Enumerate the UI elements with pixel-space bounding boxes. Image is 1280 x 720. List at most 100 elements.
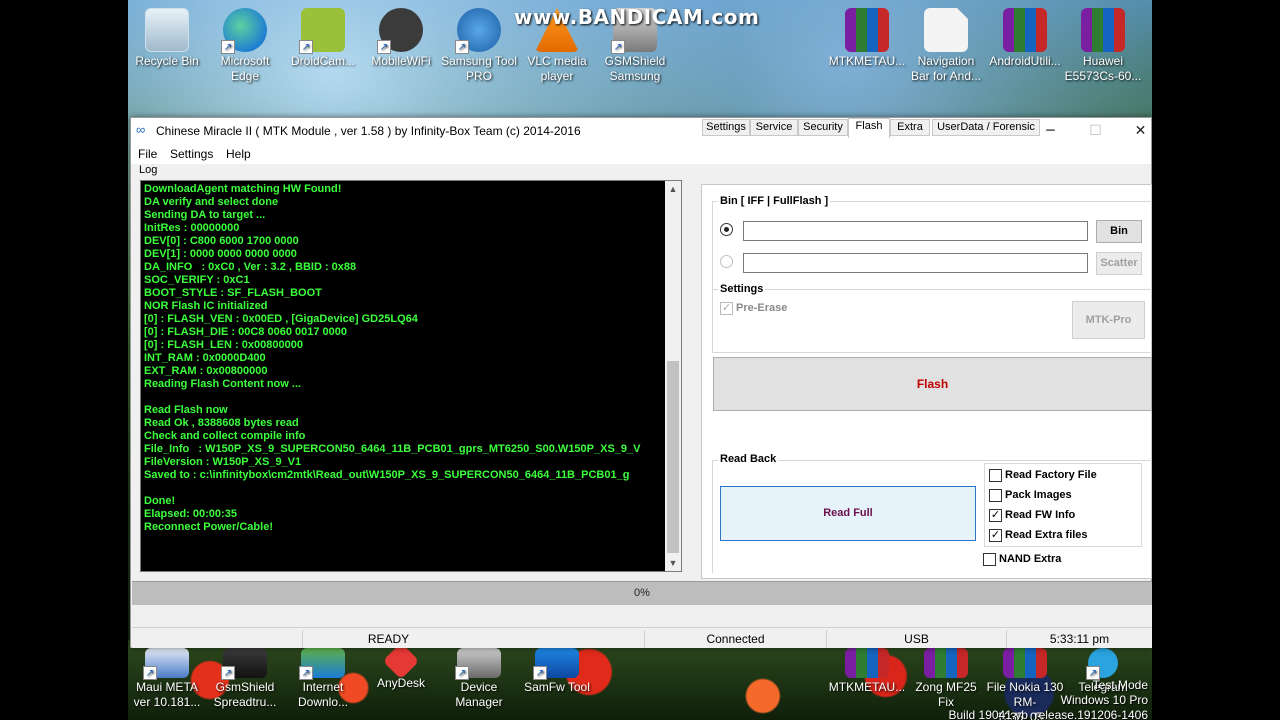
desktop-icon-anydesk[interactable]: AnyDesk bbox=[362, 642, 440, 691]
droidcam-icon: ↗ bbox=[299, 8, 345, 54]
windows-edition-text: Windows 10 Pro bbox=[1060, 693, 1148, 707]
desktop-icon-huawei[interactable]: Huawei E5573Cs-60... bbox=[1064, 8, 1142, 84]
winrar-icon bbox=[845, 648, 889, 678]
windows-build-text: Build 19041.vb_release.191206-1406 bbox=[948, 708, 1149, 720]
gsmshield-icon: ↗ bbox=[221, 648, 267, 680]
desktop-icon-label: MTKMETAU... bbox=[828, 680, 906, 694]
scroll-thumb[interactable] bbox=[667, 361, 679, 553]
scroll-down-icon[interactable]: ▼ bbox=[665, 555, 681, 571]
telegram-icon: ↗ bbox=[1086, 648, 1118, 680]
desktop-icon-droidcam[interactable]: ↗ DroidCam... bbox=[284, 8, 362, 69]
progress-bar: 0% bbox=[132, 581, 1152, 605]
settings-group-label: Settings bbox=[718, 283, 766, 295]
log-scrollbar[interactable]: ▲ ▼ bbox=[665, 181, 681, 571]
log-line: File_Info : W150P_XS_9_SUPERCON50_6464_1… bbox=[144, 443, 641, 455]
nand-extra-label: NAND Extra bbox=[999, 553, 1062, 565]
desktop-icon-samsung-tool[interactable]: ↗ Samsung Tool PRO bbox=[440, 8, 518, 84]
desktop-icon-mtkmetau-2[interactable]: MTKMETAU... bbox=[828, 648, 906, 695]
bin-button[interactable]: Bin bbox=[1096, 220, 1142, 243]
tab-extra[interactable]: Extra bbox=[890, 119, 930, 136]
flash-button[interactable]: Flash bbox=[713, 357, 1152, 411]
desktop-icon-label: AndroidUtili... bbox=[989, 54, 1061, 68]
bin-group-label: Bin [ IFF | FullFlash ] bbox=[718, 195, 831, 207]
wifi-icon: ↗ bbox=[377, 8, 423, 54]
desktop-icon-label: Huawei E5573Cs-60... bbox=[1064, 54, 1142, 83]
device-manager-icon: ↗ bbox=[455, 648, 501, 680]
desktop-icon-label: Samsung Tool PRO bbox=[441, 54, 517, 83]
desktop-icon-label: GsmShield Spreadtru... bbox=[213, 680, 277, 709]
log-line: INT_RAM : 0x0000D400 bbox=[144, 352, 266, 364]
status-connection: Connected bbox=[644, 630, 826, 648]
tab-flash[interactable]: Flash bbox=[848, 118, 890, 138]
desktop-icon-label: Microsoft Edge bbox=[220, 54, 270, 83]
menu-help[interactable]: Help bbox=[226, 147, 251, 161]
desktop-icon-androidutili[interactable]: AndroidUtili... bbox=[986, 8, 1064, 69]
desktop-icon-device-manager[interactable]: ↗ Device Manager bbox=[440, 648, 518, 710]
scroll-up-icon[interactable]: ▲ bbox=[665, 181, 681, 197]
scatter-path-input[interactable] bbox=[743, 253, 1088, 273]
desktop-icon-gsmshield-spreadtrum[interactable]: ↗ GsmShield Spreadtru... bbox=[206, 648, 284, 710]
shortcut-arrow-icon: ↗ bbox=[299, 40, 313, 54]
pre-erase-checkbox[interactable]: ✓ bbox=[720, 302, 733, 315]
shortcut-arrow-icon: ↗ bbox=[221, 666, 235, 680]
close-button[interactable]: ✕ bbox=[1118, 118, 1163, 144]
shortcut-arrow-icon: ↗ bbox=[455, 666, 469, 680]
nand-extra-checkbox[interactable] bbox=[983, 553, 996, 566]
mtk-pro-button[interactable]: MTK-Pro bbox=[1072, 301, 1145, 339]
menu-settings[interactable]: Settings bbox=[170, 147, 213, 161]
test-mode-text: Test Mode bbox=[1092, 678, 1148, 692]
status-ready: READY bbox=[302, 630, 474, 648]
log-line: FileVersion : W150P_XS_9_V1 bbox=[144, 456, 302, 468]
read-fw-info-label: Read FW Info bbox=[1005, 509, 1076, 521]
log-line: Read Flash now bbox=[144, 404, 228, 416]
shortcut-arrow-icon: ↗ bbox=[221, 40, 235, 54]
scatter-button[interactable]: Scatter bbox=[1096, 252, 1142, 275]
desktop-icon-mobilewifi[interactable]: ↗ MobileWiFi bbox=[362, 8, 440, 69]
tab-userdata-forensic[interactable]: UserData / Forensic bbox=[932, 119, 1040, 136]
desktop-icon-label: MobileWiFi bbox=[371, 54, 431, 68]
desktop-icon-label: GSMShield Samsung bbox=[604, 54, 666, 83]
log-line: [0] : FLASH_VEN : 0x00ED , [GigaDevice] … bbox=[144, 313, 418, 325]
maximize-button[interactable]: ☐ bbox=[1073, 118, 1118, 144]
log-label: Log bbox=[139, 164, 158, 176]
read-extra-files-checkbox[interactable]: ✓ bbox=[989, 529, 1002, 542]
windows-test-mode-watermark: Test Mode Windows 10 Pro Build 19041.vb_… bbox=[949, 678, 1149, 720]
scatter-radio[interactable] bbox=[720, 255, 733, 268]
tab-settings[interactable]: Settings bbox=[702, 119, 750, 136]
pre-erase-label: Pre-Erase bbox=[736, 302, 788, 314]
log-line: DA verify and select done bbox=[144, 196, 279, 208]
desktop-icon-mtkmetau[interactable]: MTKMETAU... bbox=[828, 8, 906, 69]
pack-images-checkbox[interactable] bbox=[989, 489, 1002, 502]
left-black-bar bbox=[0, 0, 128, 720]
desktop-icon-edge[interactable]: ↗ Microsoft Edge bbox=[206, 8, 284, 84]
log-line: Elapsed: 00:00:35 bbox=[144, 508, 237, 520]
read-full-button[interactable]: Read Full bbox=[720, 486, 976, 541]
tab-service[interactable]: Service bbox=[750, 119, 798, 136]
desktop-icon-label: Internet Downlo... bbox=[297, 680, 349, 709]
bandicam-watermark: www.BANDICAM.com bbox=[514, 5, 760, 29]
tab-security[interactable]: Security bbox=[798, 119, 848, 136]
log-line: Done! bbox=[144, 495, 176, 507]
log-panel[interactable]: DownloadAgent matching HW Found! DA verif… bbox=[140, 180, 682, 572]
desktop-icon-navigation-bar[interactable]: Navigation Bar for And... bbox=[907, 8, 985, 84]
winrar-icon bbox=[924, 648, 968, 678]
log-line: Read Ok , 8388608 bytes read bbox=[144, 417, 299, 429]
desktop-icon-idm[interactable]: ↗ Internet Downlo... bbox=[284, 648, 362, 710]
samsung-tool-icon: ↗ bbox=[455, 8, 501, 54]
window-title: Chinese Miracle II ( MTK Module , ver 1.… bbox=[156, 124, 581, 138]
desktop-icon-maui-meta[interactable]: ↗ Maui META ver 10.181... bbox=[128, 648, 206, 710]
anydesk-icon bbox=[382, 642, 420, 680]
desktop-icon-recycle-bin[interactable]: Recycle Bin bbox=[128, 8, 206, 69]
shortcut-arrow-icon: ↗ bbox=[377, 40, 391, 54]
desktop-icon-label: Recycle Bin bbox=[135, 54, 199, 68]
bin-radio[interactable] bbox=[720, 223, 733, 236]
read-factory-file-checkbox[interactable] bbox=[989, 469, 1002, 482]
bin-path-input[interactable] bbox=[743, 221, 1088, 241]
menu-file[interactable]: File bbox=[138, 147, 157, 161]
desktop-icon-samfw[interactable]: ↗ SamFw Tool bbox=[518, 648, 596, 695]
status-strip bbox=[132, 605, 1152, 627]
status-time: 5:33:11 pm bbox=[1006, 630, 1152, 648]
read-fw-info-checkbox[interactable]: ✓ bbox=[989, 509, 1002, 522]
desktop-icon-label: Device Manager bbox=[455, 680, 503, 709]
desktop-icon-label: MTKMETAU... bbox=[828, 54, 906, 68]
